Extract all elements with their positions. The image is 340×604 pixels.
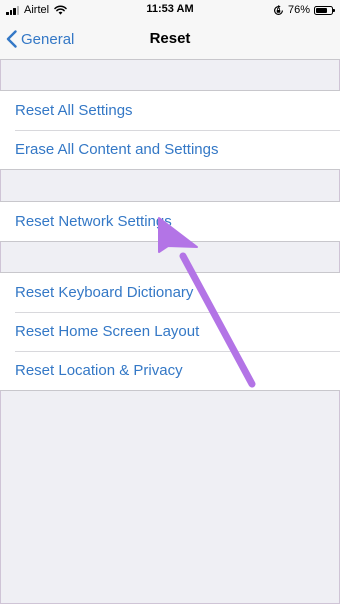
status-right: 76% xyxy=(273,3,335,17)
battery-percent: 76% xyxy=(287,4,310,16)
orientation-lock-icon xyxy=(273,4,283,15)
settings-group: Reset Network Settings xyxy=(0,201,340,242)
erase-all-content-item[interactable]: Erase All Content and Settings xyxy=(0,130,340,169)
settings-group: Reset All Settings Erase All Content and… xyxy=(0,90,340,170)
reset-all-settings-item[interactable]: Reset All Settings xyxy=(0,91,340,130)
page-title: Reset xyxy=(149,30,191,47)
navigation-bar: General Reset xyxy=(0,20,340,60)
reset-location-privacy-item[interactable]: Reset Location & Privacy xyxy=(0,351,340,390)
reset-keyboard-dictionary-item[interactable]: Reset Keyboard Dictionary xyxy=(0,273,340,312)
reset-home-screen-layout-item[interactable]: Reset Home Screen Layout xyxy=(0,312,340,351)
battery-icon xyxy=(314,5,335,15)
reset-network-settings-item[interactable]: Reset Network Settings xyxy=(0,202,340,241)
status-bar: Airtel 11:53 AM 76% xyxy=(0,0,340,20)
settings-group: Reset Keyboard Dictionary Reset Home Scr… xyxy=(0,272,340,391)
